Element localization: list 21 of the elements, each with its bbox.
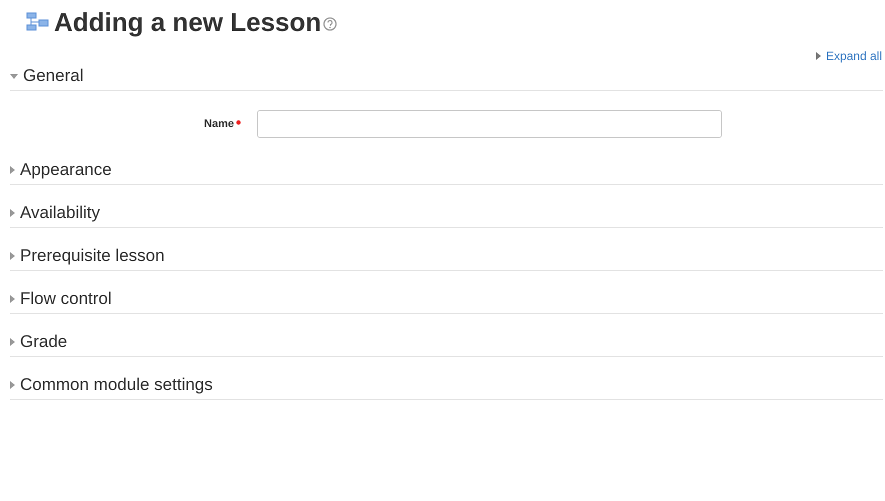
section-toggle[interactable]: Availability [10, 200, 100, 226]
section-toggle[interactable]: Common module settings [10, 372, 213, 398]
section-toggle[interactable]: Grade [10, 329, 68, 355]
caret-right-icon [10, 381, 15, 389]
caret-right-icon [10, 338, 15, 346]
name-input[interactable] [257, 110, 722, 138]
caret-right-icon [10, 209, 15, 217]
lesson-icon [26, 11, 50, 33]
help-icon[interactable] [323, 17, 338, 31]
section-toggle[interactable]: General [10, 63, 84, 89]
caret-right-icon [10, 295, 15, 303]
page-title: Adding a new Lesson [54, 9, 322, 35]
section-toggle[interactable]: Prerequisite lesson [10, 243, 165, 269]
field-label: Name [204, 116, 234, 132]
caret-icon [816, 52, 821, 60]
caret-right-icon [10, 252, 15, 260]
section-toggle[interactable]: Flow control [10, 286, 112, 312]
caret-right-icon [10, 166, 15, 174]
expand-all-link[interactable]: Expand all [816, 49, 882, 63]
caret-down-icon [10, 74, 18, 78]
section-toggle[interactable]: Appearance [10, 157, 112, 183]
